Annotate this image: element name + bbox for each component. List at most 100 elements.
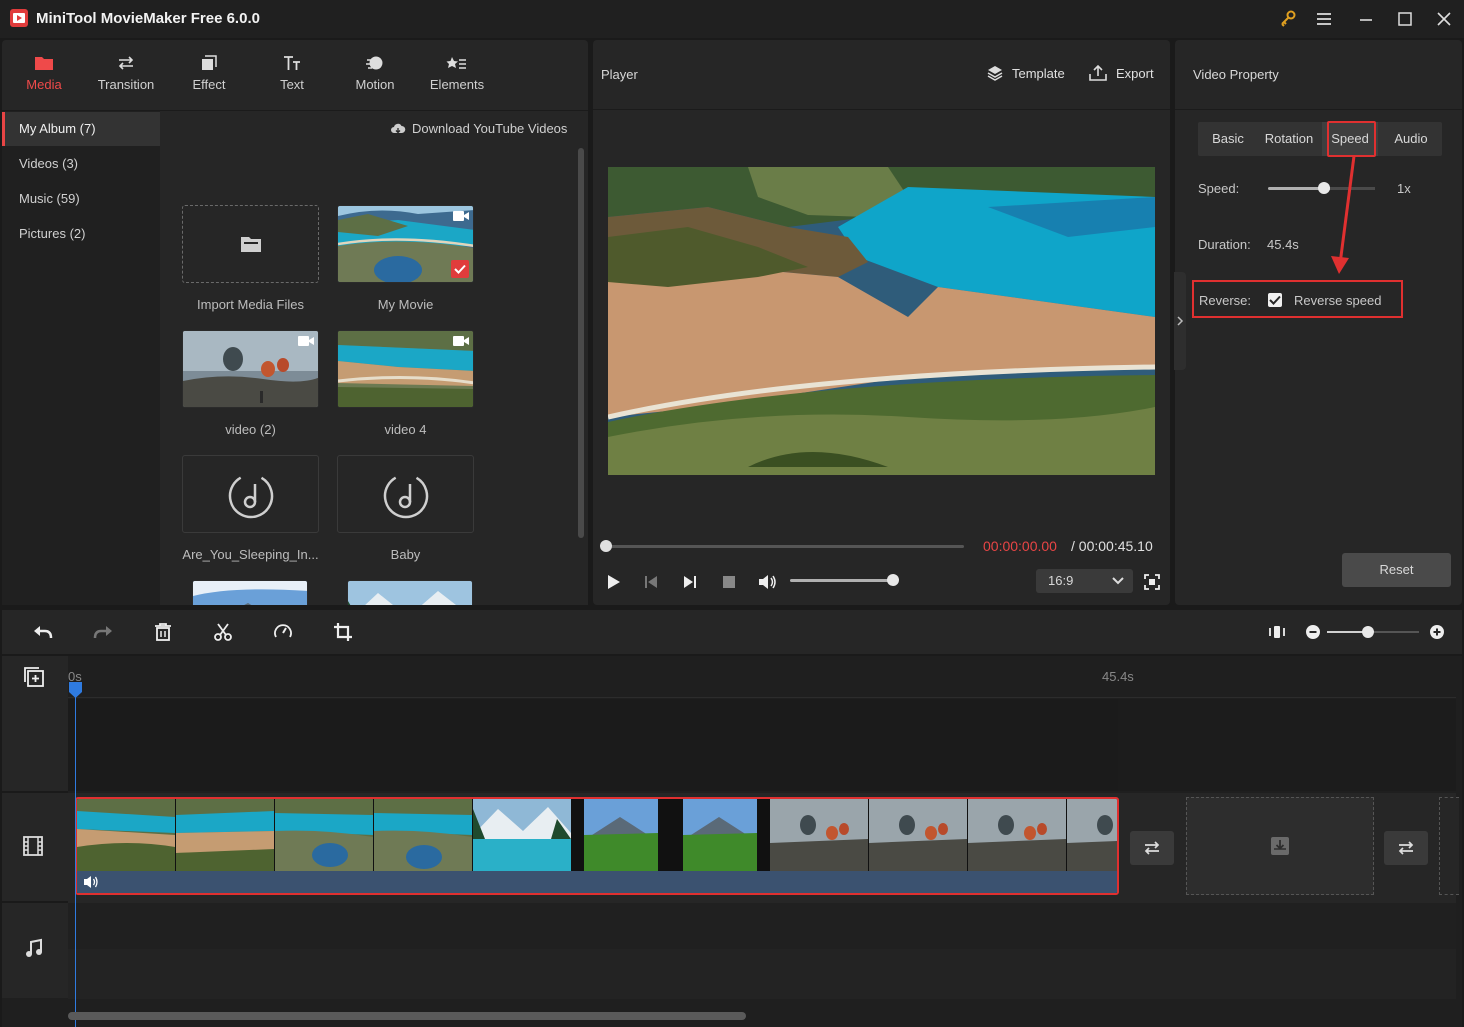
empty-clip-slot[interactable] [1186,797,1374,895]
zoom-out-icon [1306,625,1320,639]
undo-button[interactable] [31,621,55,643]
tab-basic[interactable]: Basic [1198,122,1258,156]
tab-audio[interactable]: Audio [1380,122,1442,156]
duration-label: Duration: [1198,237,1251,252]
video-camera-icon [298,335,314,347]
split-button[interactable] [211,621,235,643]
property-header: Video Property [1175,40,1462,110]
download-youtube-link[interactable]: Download YouTube Videos [390,121,567,136]
previous-frame-button[interactable] [640,571,662,593]
volume-button[interactable] [756,571,778,593]
panel-collapse-handle[interactable] [1174,272,1186,370]
property-tabs: Basic Rotation Speed Audio [1198,122,1442,156]
trash-icon [155,623,171,641]
export-label: Export [1116,65,1154,81]
crop-button[interactable] [331,621,355,643]
toolbar-effect[interactable]: Effect [169,52,249,102]
toolbar-transition[interactable]: Transition [86,52,166,102]
media-card-video-2[interactable] [182,330,319,408]
clip-thumbnail [572,799,670,871]
speed-label: Speed: [1198,181,1240,196]
seek-handle[interactable] [600,540,612,552]
play-button[interactable] [602,571,624,593]
chevron-right-icon [1177,316,1184,326]
add-track-area [2,656,68,698]
reverse-speed-option[interactable]: Reverse speed [1294,293,1381,308]
maximize-icon[interactable] [1393,8,1417,30]
toolbar-motion[interactable]: Motion [335,52,415,102]
toolbar-text[interactable]: Text [252,52,332,102]
menu-icon[interactable] [1312,8,1336,30]
folder-icon [240,237,261,252]
volume-slider[interactable] [790,579,894,582]
nav-item-pictures[interactable]: Pictures (2) [2,217,160,251]
timeline-scrollbar[interactable] [68,1012,746,1020]
folder-icon [4,52,84,74]
minimize-icon[interactable] [1354,8,1378,30]
tab-rotation[interactable]: Rotation [1258,122,1320,156]
timeline: 0s 45.4s [2,656,1462,1027]
media-card-my-movie[interactable] [337,205,474,283]
card-label: My Movie [377,297,434,312]
zoom-handle[interactable] [1362,626,1374,638]
aspect-ratio-select[interactable]: 16:9 [1036,569,1133,593]
seek-bar[interactable] [607,545,964,548]
export-button[interactable]: Export [1088,64,1154,82]
speed-button[interactable] [271,621,295,643]
fullscreen-button[interactable] [1141,571,1163,593]
card-label: Baby [390,547,421,562]
elements-icon [417,52,497,74]
text-icon [252,52,332,74]
template-button[interactable]: Template [986,64,1065,82]
clip-thumbnail [275,799,373,871]
next-frame-button[interactable] [679,571,701,593]
media-card-picture-2[interactable] [347,580,473,605]
clip-thumbnails [77,799,1117,871]
volume-handle[interactable] [887,574,899,586]
motion-icon [335,52,415,74]
timeline-ruler[interactable]: 0s 45.4s [68,656,1456,698]
media-card-music-2[interactable] [337,455,474,533]
card-label: video (2) [225,422,276,437]
media-card-picture-1[interactable] [192,580,308,605]
player-panel: Player Template Export 00:00:00.00 / 00:… [593,40,1170,605]
add-transition-button[interactable] [1130,831,1174,865]
add-track-icon [24,667,44,687]
annotation-arrow-icon [1331,155,1356,274]
empty-clip-slot-2[interactable] [1439,797,1459,895]
add-transition-button-2[interactable] [1384,831,1428,865]
key-icon[interactable] [1276,8,1300,30]
reset-button[interactable]: Reset [1342,553,1451,587]
track-headers [2,698,68,998]
close-icon[interactable] [1432,8,1456,30]
video-property-panel: Video Property Basic Rotation Speed Audi… [1175,40,1462,605]
stop-button[interactable] [718,571,740,593]
video-preview [608,167,1155,475]
zoom-out-button[interactable] [1301,621,1325,643]
playhead-handle-icon [69,682,82,698]
import-media-button[interactable] [182,205,319,283]
playhead-line[interactable] [75,686,76,1027]
media-card-music-1[interactable] [182,455,319,533]
toolbar-media[interactable]: Media [4,52,84,102]
media-card-video-4[interactable] [337,330,474,408]
audio-track-lane [68,949,1456,999]
toolbar-elements[interactable]: Elements [417,52,497,102]
nav-item-my-album[interactable]: My Album (7) [2,112,160,146]
delete-button[interactable] [151,621,175,643]
zoom-in-button[interactable] [1425,621,1449,643]
card-label: Are_You_Sleeping_In... [182,547,319,562]
transition-icon [1144,841,1160,855]
fit-timeline-button[interactable] [1265,621,1289,643]
timeline-video-clip[interactable] [75,797,1119,895]
clip-thumbnail [869,799,967,871]
nav-item-videos[interactable]: Videos (3) [2,147,160,181]
nav-item-music[interactable]: Music (59) [2,182,160,216]
clip-thumbnail [473,799,571,871]
media-grid: Download YouTube Videos Import Media Fil… [160,111,588,605]
reverse-speed-checkbox[interactable] [1268,293,1282,307]
media-scrollbar[interactable] [578,148,584,538]
redo-button[interactable] [91,621,115,643]
property-title: Video Property [1193,67,1279,82]
stop-icon [723,576,735,588]
